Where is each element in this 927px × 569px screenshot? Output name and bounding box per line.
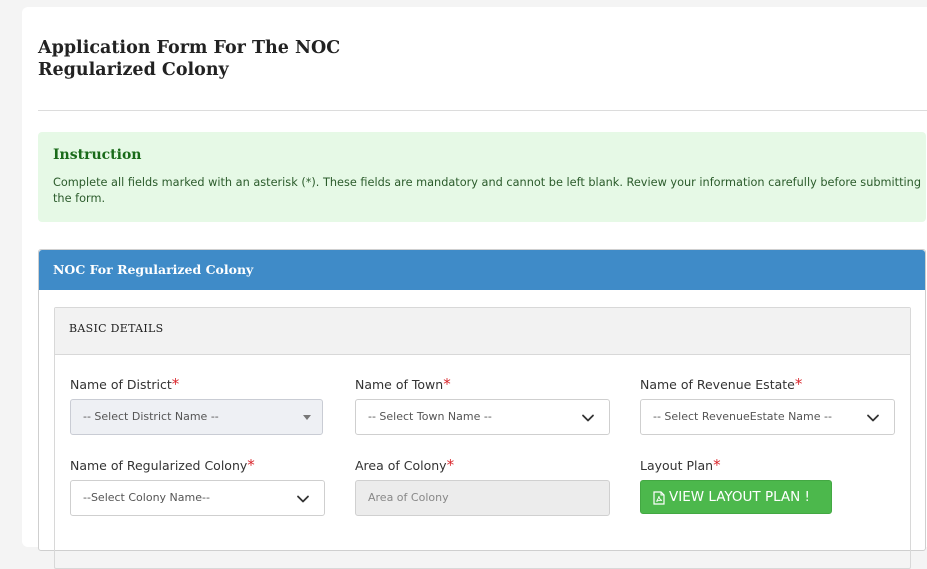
- area-label-text: Area of Colony: [355, 458, 447, 473]
- chevron-down-icon: [582, 414, 594, 422]
- district-label-text: Name of District: [70, 377, 172, 392]
- revenue-estate-select-value: -- Select RevenueEstate Name --: [653, 410, 832, 423]
- form-card: Application Form For The NOC Regularized…: [22, 7, 927, 569]
- instruction-heading: Instruction: [53, 147, 142, 163]
- town-select[interactable]: -- Select Town Name --: [355, 399, 610, 435]
- file-pdf-icon: [653, 491, 665, 505]
- area-of-colony-input[interactable]: Area of Colony: [355, 480, 610, 516]
- instruction-box: Instruction Complete all fields marked w…: [38, 132, 926, 222]
- page-title: Application Form For The NOC Regularized…: [38, 38, 341, 80]
- revenue-estate-label: Name of Revenue Estate*: [640, 375, 802, 393]
- instruction-text: Complete all fields marked with an aster…: [53, 176, 921, 205]
- required-marker: *: [443, 375, 451, 393]
- noc-panel: NOC For Regularized Colony BASIC DETAILS…: [38, 249, 926, 569]
- required-marker: *: [247, 456, 255, 474]
- panel-title: NOC For Regularized Colony: [53, 262, 254, 277]
- chevron-down-icon: [297, 495, 309, 503]
- required-marker: *: [713, 456, 721, 474]
- required-marker: *: [794, 375, 803, 393]
- view-layout-plan-button[interactable]: VIEW LAYOUT PLAN !: [640, 480, 832, 514]
- chevron-down-icon: [867, 414, 879, 422]
- basic-details-section: BASIC DETAILS Name of District* -- Selec…: [54, 307, 911, 569]
- layout-plan-label: Layout Plan*: [640, 456, 721, 474]
- revenue-estate-label-text: Name of Revenue Estate: [640, 377, 795, 392]
- title-divider: [38, 110, 927, 111]
- caret-down-icon: [303, 415, 311, 420]
- view-layout-plan-label: VIEW LAYOUT PLAN !: [669, 489, 810, 505]
- district-label: Name of District*: [70, 375, 179, 393]
- town-label-text: Name of Town: [355, 377, 444, 392]
- basic-details-header: BASIC DETAILS: [55, 308, 910, 355]
- district-select[interactable]: -- Select District Name --: [70, 399, 323, 435]
- required-marker: *: [171, 375, 180, 393]
- area-label: Area of Colony*: [355, 456, 454, 474]
- layout-plan-label-text: Layout Plan: [640, 458, 714, 473]
- colony-select-value: --Select Colony Name--: [83, 491, 210, 504]
- colony-label: Name of Regularized Colony*: [70, 456, 255, 474]
- basic-details-title: BASIC DETAILS: [69, 322, 164, 335]
- colony-label-text: Name of Regularized Colony: [70, 458, 248, 473]
- panel-header: NOC For Regularized Colony: [39, 250, 925, 290]
- revenue-estate-select[interactable]: -- Select RevenueEstate Name --: [640, 399, 895, 435]
- area-input-placeholder: Area of Colony: [368, 491, 449, 504]
- town-label: Name of Town*: [355, 375, 451, 393]
- colony-select[interactable]: --Select Colony Name--: [70, 480, 325, 516]
- town-select-value: -- Select Town Name --: [368, 410, 492, 423]
- district-select-value: -- Select District Name --: [83, 410, 219, 423]
- required-marker: *: [446, 456, 455, 474]
